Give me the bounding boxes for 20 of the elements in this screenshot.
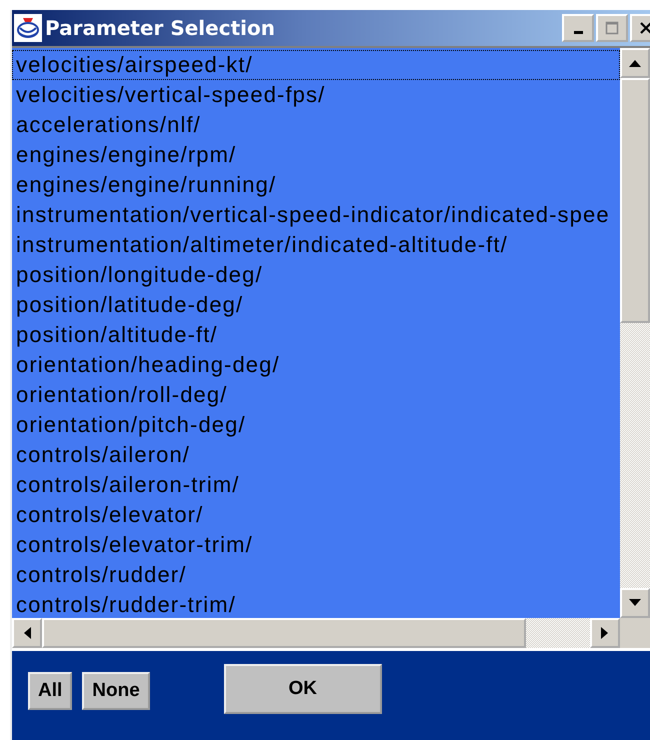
maximize-icon <box>605 21 619 35</box>
up-arrow-icon <box>629 59 641 67</box>
scroll-thumb[interactable] <box>42 618 526 648</box>
all-button[interactable]: All <box>28 672 72 710</box>
scroll-up-button[interactable] <box>620 48 650 78</box>
minimize-icon <box>574 31 582 34</box>
ok-button[interactable]: OK <box>224 664 382 714</box>
close-icon <box>639 21 650 35</box>
down-arrow-icon <box>629 599 641 607</box>
scroll-thumb[interactable] <box>620 78 650 323</box>
minimize-button[interactable] <box>562 14 594 42</box>
right-arrow-icon <box>601 627 609 639</box>
scroll-left-button[interactable] <box>12 618 42 648</box>
parameter-item[interactable]: velocities/airspeed-kt/ <box>12 50 620 80</box>
left-arrow-icon <box>23 627 31 639</box>
window-title: Parameter Selection <box>45 16 276 40</box>
none-button[interactable]: None <box>82 672 150 710</box>
app-icon <box>14 14 42 42</box>
scroll-down-button[interactable] <box>620 588 650 618</box>
scroll-right-button[interactable] <box>590 618 620 648</box>
